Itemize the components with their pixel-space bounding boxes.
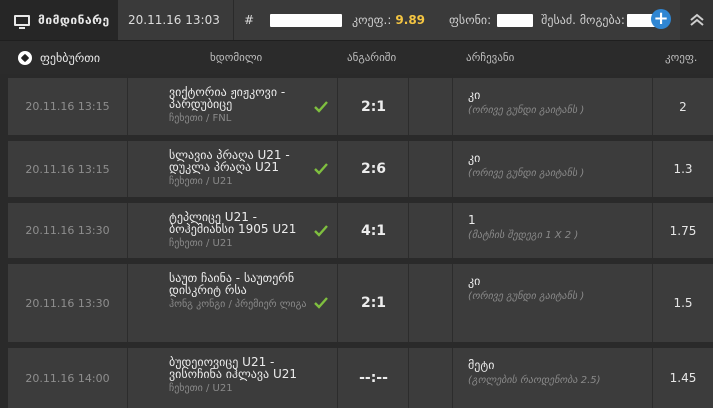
- row-coef: 1.75: [669, 223, 697, 238]
- event-league: ჩეხეთი / FNL: [169, 113, 232, 124]
- choice-market: (ორივე გუნდი გაიტანს ): [468, 291, 585, 302]
- row-spacer: [409, 78, 453, 135]
- column-header: ფეხბურთი ხდომილი ანგარიში არჩევანი კოეფ.: [0, 41, 713, 74]
- row-event: ტეპლიცე U21 - ბოჰემიანსი 1905 U21 ჩეხეთი …: [129, 203, 338, 258]
- sport-label: ფეხბურთი: [40, 50, 101, 65]
- ticket-header: მიმდინარე 20.11.16 13:03 # კოეფ.: 9.89 ფ…: [0, 0, 713, 41]
- double-chevron-up-icon: [689, 13, 704, 26]
- table-row[interactable]: 20.11.16 13:30 ტეპლიცე U21 - ბოჰემიანსი 1…: [8, 203, 713, 258]
- row-choice: მეტი (გოლების რაოდენობა 2.5): [453, 348, 653, 408]
- row-event: სლავია პრაღა U21 - დუკლა პრაღა U21 ჩეხეთი…: [129, 141, 338, 197]
- total-coef: კოეფ.: 9.89: [342, 13, 425, 27]
- choice-value: მეტი: [468, 358, 495, 372]
- football-icon: [18, 50, 32, 65]
- row-choice: 1 (მატჩის შედეგი 1 X 2 ): [453, 203, 653, 258]
- row-coef: 2: [679, 99, 687, 114]
- event-name: სლავია პრაღა U21 - დუკლა პრაღა U21: [169, 148, 290, 174]
- column-choice: არჩევანი: [466, 51, 515, 64]
- possible-win: შესაძ. მოგება:: [533, 13, 657, 27]
- choice-value: კი: [468, 274, 481, 288]
- row-spacer: [409, 348, 453, 408]
- live-label: მიმდინარე: [38, 13, 110, 27]
- tab-live[interactable]: მიმდინარე: [0, 0, 118, 40]
- row-choice: კი (ორივე გუნდი გაიტანს ): [453, 78, 653, 135]
- add-button[interactable]: +: [651, 9, 671, 29]
- possible-win-label: შესაძ. მოგება:: [541, 13, 625, 27]
- ticket-date: 20.11.16 13:03: [128, 13, 220, 27]
- column-event: ხდომილი: [210, 51, 263, 64]
- row-score: 2:6: [339, 141, 409, 197]
- event-league: ჩეხეთი / U21: [169, 176, 233, 187]
- check-icon: [314, 203, 328, 258]
- table-row[interactable]: 20.11.16 14:00 ბუდეიოვიცე U21 - ვისოჩინა …: [8, 348, 713, 408]
- row-date: 20.11.16 13:30: [8, 264, 128, 342]
- row-choice: კი (ორივე გუნდი გაიტანს ): [453, 141, 653, 197]
- event-league: ჰონგ კონგი / პრემიერ ლიგა: [169, 299, 307, 310]
- row-choice: კი (ორივე გუნდი გაიტანს ): [453, 264, 653, 342]
- row-date: 20.11.16 13:30: [8, 203, 128, 258]
- monitor-icon: [14, 14, 30, 29]
- row-spacer: [409, 203, 453, 258]
- choice-value: 1: [468, 213, 476, 227]
- event-league: ჩეხეთი / U21: [169, 238, 233, 249]
- row-score: 2:1: [339, 264, 409, 342]
- row-date: 20.11.16 13:15: [8, 141, 128, 197]
- row-date: 20.11.16 14:00: [8, 348, 128, 408]
- row-spacer: [409, 141, 453, 197]
- redacted-ticket-id: [270, 13, 342, 27]
- row-event: ბუდეიოვიცე U21 - ვისოჩინა იჰლავა U21 ჩეხე…: [129, 348, 338, 408]
- event-league: ჩეხეთი / U21: [169, 383, 233, 394]
- table-row[interactable]: 20.11.16 13:15 სლავია პრაღა U21 - დუკლა პ…: [8, 141, 713, 197]
- ticket-id-label: #: [244, 13, 255, 27]
- row-event: ვიქტორია ჟიჟკოვი - პარდუბიცე ჩეხეთი / FNL: [129, 78, 338, 135]
- check-icon: [314, 264, 328, 342]
- row-spacer: [409, 264, 453, 342]
- coef-label: კოეფ.:: [352, 13, 392, 27]
- event-name: საუთ ჩაინა - საუთერნ დისკრიტ რსა: [169, 271, 295, 297]
- check-icon: [314, 141, 328, 197]
- table-row[interactable]: 20.11.16 13:30 საუთ ჩაინა - საუთერნ დისკრ…: [8, 264, 713, 342]
- sport-header: ფეხბურთი: [0, 50, 128, 65]
- choice-value: კი: [468, 88, 481, 102]
- column-coef: კოეფ.: [665, 51, 698, 64]
- row-score: 2:1: [339, 78, 409, 135]
- row-event: საუთ ჩაინა - საუთერნ დისკრიტ რსა ჰონგ კონ…: [129, 264, 338, 342]
- column-score: ანგარიში: [347, 51, 397, 64]
- collapse-button[interactable]: [680, 0, 713, 40]
- choice-market: (მატჩის შედეგი 1 X 2 ): [468, 230, 579, 241]
- stake-label: ფსონი:: [449, 13, 492, 27]
- choice-market: (გოლების რაოდენობა 2.5): [468, 375, 601, 386]
- row-date: 20.11.16 13:15: [8, 78, 128, 135]
- choice-market: (ორივე გუნდი გაიტანს ): [468, 105, 585, 116]
- row-coef: 1.5: [673, 296, 693, 310]
- event-name: ვიქტორია ჟიჟკოვი - პარდუბიცე: [169, 85, 286, 111]
- table-row[interactable]: 20.11.16 13:15 ვიქტორია ჟიჟკოვი - პარდუბი…: [8, 78, 713, 135]
- check-icon: [314, 78, 328, 135]
- stake: ფსონი:: [425, 13, 534, 27]
- redacted-stake: [497, 13, 534, 27]
- choice-value: კი: [468, 151, 481, 165]
- row-score: 4:1: [339, 203, 409, 258]
- row-coef: 1.45: [669, 371, 697, 385]
- coef-value: 9.89: [395, 13, 426, 27]
- event-name: ტეპლიცე U21 - ბოჰემიანსი 1905 U21: [169, 210, 297, 236]
- row-coef: 1.3: [673, 162, 693, 176]
- row-score: --:--: [339, 348, 409, 408]
- event-name: ბუდეიოვიცე U21 - ვისოჩინა იჰლავა U21: [169, 355, 298, 381]
- choice-market: (ორივე გუნდი გაიტანს ): [468, 168, 585, 179]
